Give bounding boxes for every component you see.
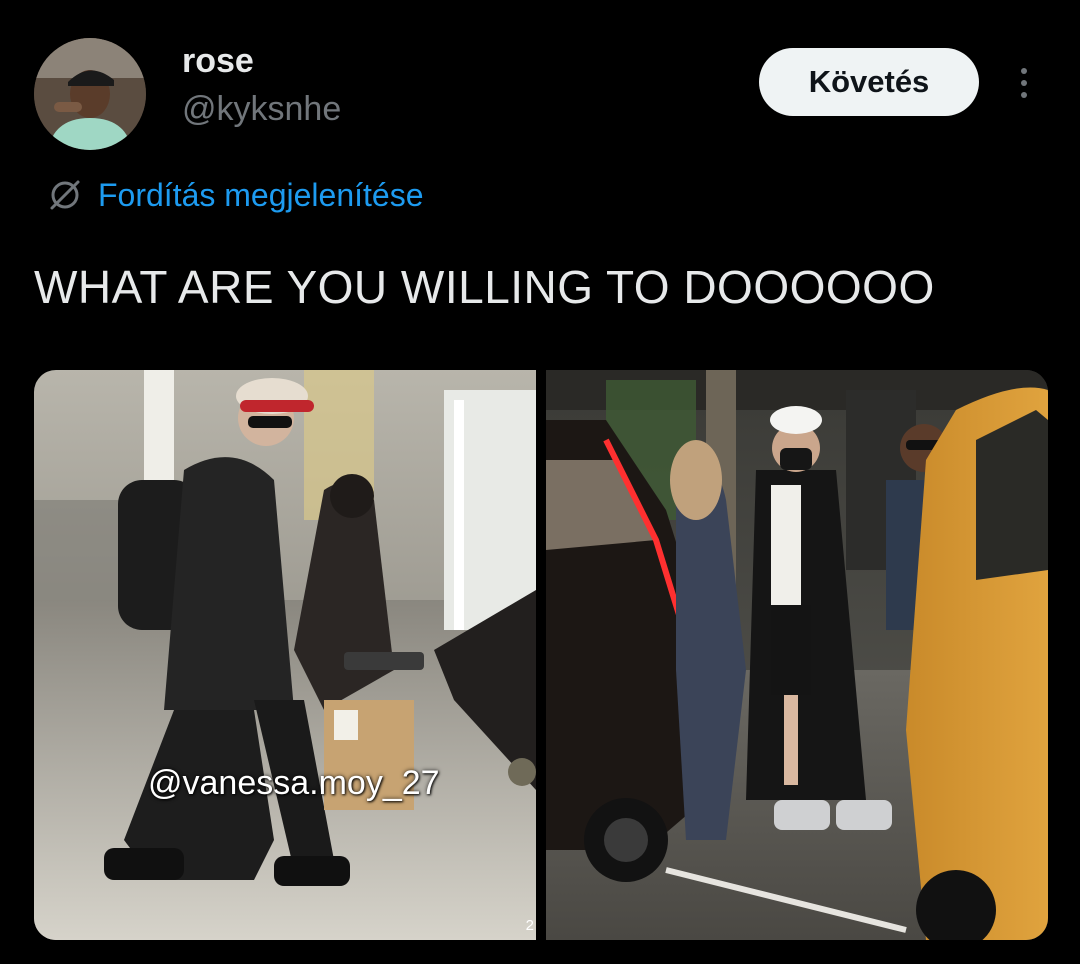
media-corner-label: 2	[525, 917, 534, 934]
show-translation-label: Fordítás megjelenítése	[98, 176, 424, 213]
globe-slash-icon	[50, 180, 80, 210]
show-translation-link[interactable]: Fordítás megjelenítése	[46, 176, 424, 214]
follow-button[interactable]: Követés	[759, 48, 979, 116]
tweet-photo-left[interactable]: @vanessa.moy_27 2	[34, 370, 536, 940]
tweet-text: WHAT ARE YOU WILLING TO DOOOOOO	[34, 261, 935, 313]
avatar[interactable]	[34, 38, 146, 150]
tweet-detail: rose @kyksnhe Követés Fordítás megjelení…	[0, 0, 1080, 964]
more-options-icon[interactable]	[1004, 58, 1044, 108]
tweet-photo-right[interactable]	[546, 370, 1048, 940]
author-handle[interactable]: @kyksnhe	[182, 90, 341, 129]
author-display-name[interactable]: rose	[182, 42, 254, 81]
media-watermark: @vanessa.moy_27	[148, 764, 440, 802]
